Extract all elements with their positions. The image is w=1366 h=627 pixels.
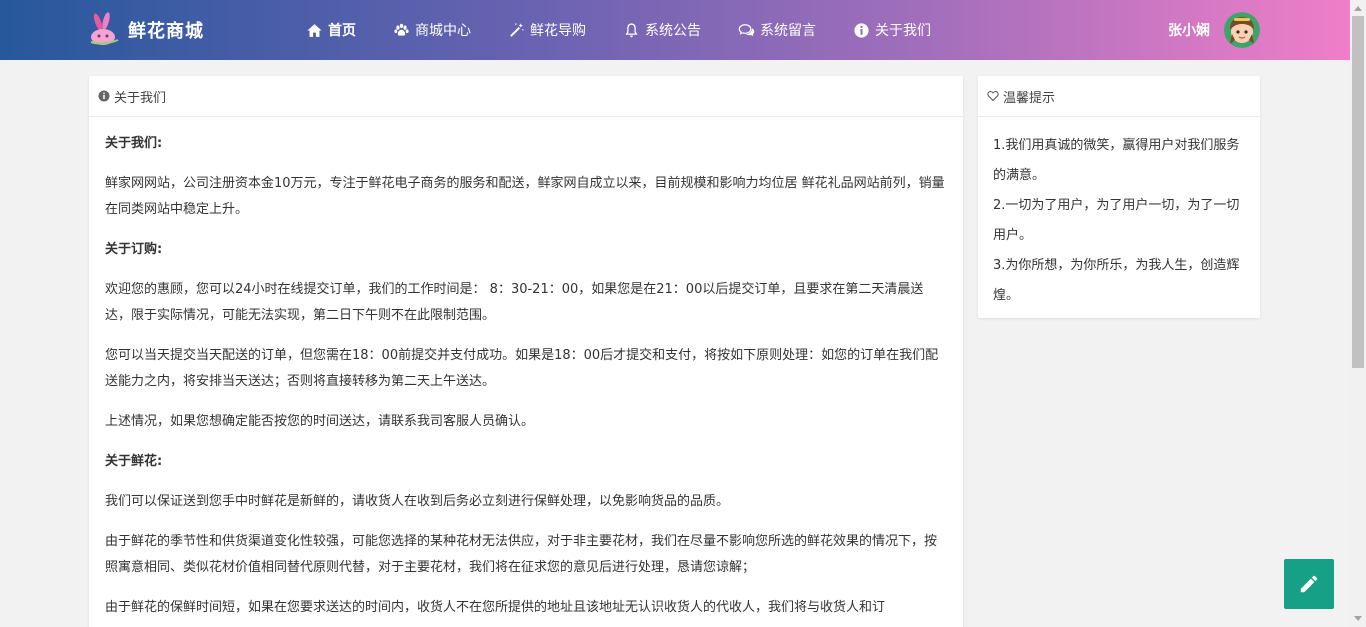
nav-label: 系统留言 [760, 23, 816, 39]
section-paragraph: 我们可以保证送到您手中时鲜花是新鲜的，请收货人在收到后务必立刻进行保鲜处理，以免… [105, 494, 730, 509]
tip-item: 3.为你所想，为你所乐，为我人生，创造辉煌。 [993, 258, 1240, 303]
about-us-card: 关于我们 关于我们: 鲜家网网站，公司注册资本金10万元，专注于鲜花电子商务的服… [89, 76, 963, 627]
magic-wand-icon [510, 22, 524, 37]
about-us-content: 关于我们: 鲜家网网站，公司注册资本金10万元，专注于鲜花电子商务的服务和配送，… [89, 117, 963, 621]
card-header: 关于我们 [89, 76, 963, 117]
scroll-down-arrow-icon[interactable] [1354, 616, 1362, 621]
section-paragraph: 您可以当天提交当天配送的订单，但您需在18：00前提交并支付成功。如果是18：0… [105, 348, 939, 389]
tips-list: 1.我们用真诚的微笑，赢得用户对我们服务的满意。 2.一切为了用户，为了用户一切… [978, 117, 1260, 311]
paw-icon [394, 23, 409, 36]
user-name: 张小娴 [1168, 23, 1210, 39]
section-paragraph: 由于鲜花的季节性和供货渠道变化性较强，可能您选择的某种花材无法供应，对于非主要花… [105, 534, 938, 575]
nav-label: 首页 [328, 23, 356, 39]
section-paragraph: 由于鲜花的保鲜时间短，如果在您要求送达的时间内，收货人不在您所提供的地址且该地址… [105, 600, 886, 615]
heart-outline-icon [987, 90, 999, 102]
tips-card: 温馨提示 1.我们用真诚的微笑，赢得用户对我们服务的满意。 2.一切为了用户，为… [978, 76, 1260, 318]
info-circle-icon [854, 22, 869, 38]
pencil-icon [1300, 575, 1318, 593]
nav-item-shop-center[interactable]: 商城中心 [393, 0, 471, 60]
user-menu[interactable]: 张小娴 [1168, 12, 1260, 48]
card-title: 温馨提示 [1003, 90, 1056, 106]
scroll-up-arrow-icon[interactable] [1354, 6, 1362, 11]
bell-icon [625, 22, 638, 37]
nav-item-announcements[interactable]: 系统公告 [623, 0, 701, 60]
section-paragraph: 鲜家网网站，公司注册资本金10万元，专注于鲜花电子商务的服务和配送，鲜家网自成立… [105, 176, 945, 217]
nav-label: 鲜花导购 [530, 23, 586, 39]
bunny-logo-icon [90, 12, 119, 45]
home-icon [307, 23, 322, 37]
comments-icon [738, 23, 755, 36]
section-heading: 关于订购: [105, 242, 163, 257]
nav-label: 系统公告 [645, 23, 701, 39]
nav-item-messages[interactable]: 系统留言 [738, 0, 816, 60]
section-paragraph: 欢迎您的惠顾，您可以24小时在线提交订单，我们的工作时间是： 8：30-21：0… [105, 282, 924, 323]
card-title: 关于我们 [114, 90, 167, 106]
nav-item-about-us[interactable]: 关于我们 [853, 0, 931, 60]
nav-item-flower-guide[interactable]: 鲜花导购 [508, 0, 586, 60]
page-scrollbar[interactable] [1350, 0, 1366, 627]
tip-item: 1.我们用真诚的微笑，赢得用户对我们服务的满意。 [993, 138, 1240, 183]
main-nav: 首页 商城中心 鲜花导购 系统公告 系统留言 关于我们 [306, 0, 968, 60]
info-circle-icon [98, 90, 110, 102]
section-heading: 关于我们: [105, 136, 163, 151]
top-navbar: 鲜花商城 首页 商城中心 鲜花导购 系统公告 系统留言 关于我们 张小娴 [0, 0, 1350, 60]
nav-item-home[interactable]: 首页 [306, 0, 356, 60]
tip-item: 2.一切为了用户，为了用户一切，为了一切用户。 [993, 198, 1240, 243]
edit-button[interactable] [1284, 559, 1334, 609]
nav-label: 商城中心 [415, 23, 471, 39]
nav-label: 关于我们 [875, 23, 931, 39]
brand-name: 鲜花商城 [128, 21, 204, 42]
avatar[interactable] [1224, 12, 1260, 48]
section-paragraph: 上述情况，如果您想确定能否按您的时间送达，请联系我司客服人员确认。 [105, 414, 535, 429]
card-header: 温馨提示 [978, 76, 1260, 117]
scroll-thumb[interactable] [1352, 16, 1364, 368]
brand[interactable]: 鲜花商城 [86, 12, 204, 48]
section-heading: 关于鲜花: [105, 454, 163, 469]
